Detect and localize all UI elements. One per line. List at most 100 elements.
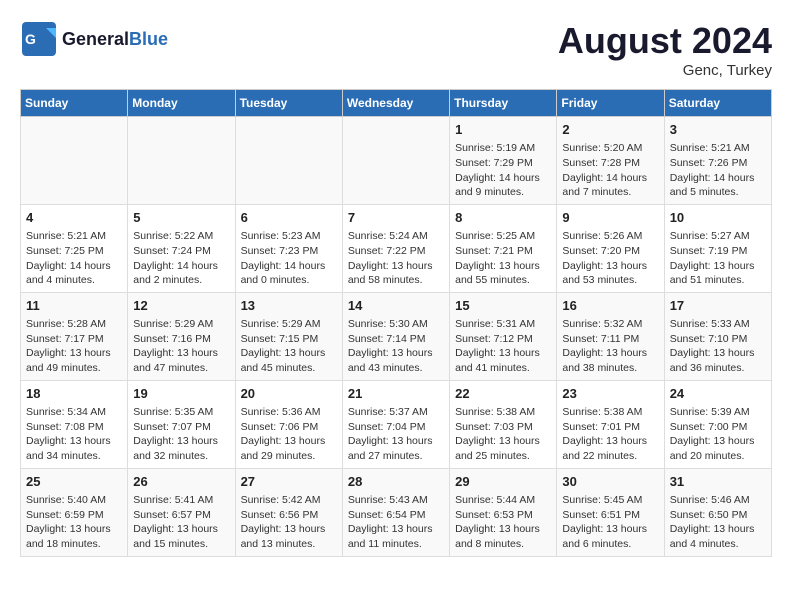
calendar-cell: 5 Sunrise: 5:22 AM Sunset: 7:24 PM Daylig…	[128, 204, 235, 292]
calendar-week-row: 18 Sunrise: 5:34 AM Sunset: 7:08 PM Dayli…	[21, 380, 772, 468]
calendar-cell: 4 Sunrise: 5:21 AM Sunset: 7:25 PM Daylig…	[21, 204, 128, 292]
day-info: Sunrise: 5:19 AM Sunset: 7:29 PM Dayligh…	[455, 141, 551, 200]
calendar-cell	[21, 117, 128, 205]
calendar-cell: 6 Sunrise: 5:23 AM Sunset: 7:23 PM Daylig…	[235, 204, 342, 292]
calendar-cell: 3Sunrise: 5:21 AM Sunset: 7:26 PM Daylig…	[664, 117, 771, 205]
calendar-week-row: 11 Sunrise: 5:28 AM Sunset: 7:17 PM Dayli…	[21, 292, 772, 380]
page-header: G GeneralBlue August 2024 Genc, Turkey	[20, 20, 772, 79]
day-number: 11	[26, 297, 122, 315]
logo-text: GeneralBlue	[62, 29, 168, 50]
day-info: Sunrise: 5:36 AM Sunset: 7:06 PM Dayligh…	[241, 405, 337, 464]
day-info: Sunrise: 5:29 AM Sunset: 7:15 PM Dayligh…	[241, 317, 337, 376]
calendar-cell: 30 Sunrise: 5:45 AM Sunset: 6:51 PM Dayli…	[557, 468, 664, 556]
day-number: 21	[348, 385, 444, 403]
day-info: Sunrise: 5:46 AM Sunset: 6:50 PM Dayligh…	[670, 493, 766, 552]
calendar-cell: 29Sunrise: 5:44 AM Sunset: 6:53 PM Dayli…	[450, 468, 557, 556]
day-info: Sunrise: 5:30 AM Sunset: 7:14 PM Dayligh…	[348, 317, 444, 376]
calendar-cell: 12Sunrise: 5:29 AM Sunset: 7:16 PM Dayli…	[128, 292, 235, 380]
day-number: 8	[455, 209, 551, 227]
calendar-cell: 2 Sunrise: 5:20 AM Sunset: 7:28 PM Daylig…	[557, 117, 664, 205]
weekday-header-cell: Saturday	[664, 90, 771, 117]
calendar-cell: 16Sunrise: 5:32 AM Sunset: 7:11 PM Dayli…	[557, 292, 664, 380]
weekday-header-cell: Tuesday	[235, 90, 342, 117]
calendar-table: SundayMondayTuesdayWednesdayThursdayFrid…	[20, 89, 772, 557]
day-info: Sunrise: 5:23 AM Sunset: 7:23 PM Dayligh…	[241, 229, 337, 288]
day-number: 30	[562, 473, 658, 491]
day-number: 12	[133, 297, 229, 315]
day-info: Sunrise: 5:40 AM Sunset: 6:59 PM Dayligh…	[26, 493, 122, 552]
day-number: 4	[26, 209, 122, 227]
calendar-body: 1 Sunrise: 5:19 AM Sunset: 7:29 PM Daylig…	[21, 117, 772, 557]
calendar-cell: 8 Sunrise: 5:25 AM Sunset: 7:21 PM Daylig…	[450, 204, 557, 292]
weekday-header-cell: Thursday	[450, 90, 557, 117]
month-year-title: August 2024	[558, 20, 772, 62]
calendar-cell: 11 Sunrise: 5:28 AM Sunset: 7:17 PM Dayli…	[21, 292, 128, 380]
day-number: 29	[455, 473, 551, 491]
calendar-cell: 20 Sunrise: 5:36 AM Sunset: 7:06 PM Dayli…	[235, 380, 342, 468]
day-number: 10	[670, 209, 766, 227]
day-number: 31	[670, 473, 766, 491]
day-info: Sunrise: 5:33 AM Sunset: 7:10 PM Dayligh…	[670, 317, 766, 376]
day-number: 26	[133, 473, 229, 491]
day-number: 3	[670, 121, 766, 139]
calendar-cell: 9Sunrise: 5:26 AM Sunset: 7:20 PM Daylig…	[557, 204, 664, 292]
calendar-cell: 26 Sunrise: 5:41 AM Sunset: 6:57 PM Dayli…	[128, 468, 235, 556]
day-number: 28	[348, 473, 444, 491]
calendar-cell: 17Sunrise: 5:33 AM Sunset: 7:10 PM Dayli…	[664, 292, 771, 380]
day-info: Sunrise: 5:38 AM Sunset: 7:01 PM Dayligh…	[562, 405, 658, 464]
calendar-week-row: 1 Sunrise: 5:19 AM Sunset: 7:29 PM Daylig…	[21, 117, 772, 205]
day-info: Sunrise: 5:32 AM Sunset: 7:11 PM Dayligh…	[562, 317, 658, 376]
day-info: Sunrise: 5:41 AM Sunset: 6:57 PM Dayligh…	[133, 493, 229, 552]
day-number: 18	[26, 385, 122, 403]
day-info: Sunrise: 5:20 AM Sunset: 7:28 PM Dayligh…	[562, 141, 658, 200]
calendar-title-block: August 2024 Genc, Turkey	[558, 20, 772, 79]
calendar-cell: 28 Sunrise: 5:43 AM Sunset: 6:54 PM Dayli…	[342, 468, 449, 556]
calendar-cell: 19 Sunrise: 5:35 AM Sunset: 7:07 PM Dayli…	[128, 380, 235, 468]
logo-icon: G	[20, 20, 58, 58]
day-info: Sunrise: 5:25 AM Sunset: 7:21 PM Dayligh…	[455, 229, 551, 288]
day-info: Sunrise: 5:27 AM Sunset: 7:19 PM Dayligh…	[670, 229, 766, 288]
calendar-cell	[128, 117, 235, 205]
day-info: Sunrise: 5:22 AM Sunset: 7:24 PM Dayligh…	[133, 229, 229, 288]
day-info: Sunrise: 5:28 AM Sunset: 7:17 PM Dayligh…	[26, 317, 122, 376]
calendar-week-row: 25Sunrise: 5:40 AM Sunset: 6:59 PM Dayli…	[21, 468, 772, 556]
day-info: Sunrise: 5:42 AM Sunset: 6:56 PM Dayligh…	[241, 493, 337, 552]
calendar-cell: 1 Sunrise: 5:19 AM Sunset: 7:29 PM Daylig…	[450, 117, 557, 205]
calendar-week-row: 4 Sunrise: 5:21 AM Sunset: 7:25 PM Daylig…	[21, 204, 772, 292]
day-info: Sunrise: 5:43 AM Sunset: 6:54 PM Dayligh…	[348, 493, 444, 552]
day-info: Sunrise: 5:39 AM Sunset: 7:00 PM Dayligh…	[670, 405, 766, 464]
day-number: 9	[562, 209, 658, 227]
calendar-cell: 13Sunrise: 5:29 AM Sunset: 7:15 PM Dayli…	[235, 292, 342, 380]
day-info: Sunrise: 5:34 AM Sunset: 7:08 PM Dayligh…	[26, 405, 122, 464]
calendar-cell: 15Sunrise: 5:31 AM Sunset: 7:12 PM Dayli…	[450, 292, 557, 380]
day-number: 1	[455, 121, 551, 139]
calendar-cell: 31 Sunrise: 5:46 AM Sunset: 6:50 PM Dayli…	[664, 468, 771, 556]
calendar-cell: 23 Sunrise: 5:38 AM Sunset: 7:01 PM Dayli…	[557, 380, 664, 468]
calendar-cell	[235, 117, 342, 205]
weekday-header-cell: Friday	[557, 90, 664, 117]
weekday-header-cell: Sunday	[21, 90, 128, 117]
day-info: Sunrise: 5:35 AM Sunset: 7:07 PM Dayligh…	[133, 405, 229, 464]
day-number: 2	[562, 121, 658, 139]
day-number: 7	[348, 209, 444, 227]
calendar-cell: 27 Sunrise: 5:42 AM Sunset: 6:56 PM Dayli…	[235, 468, 342, 556]
day-number: 5	[133, 209, 229, 227]
calendar-cell: 14Sunrise: 5:30 AM Sunset: 7:14 PM Dayli…	[342, 292, 449, 380]
day-number: 6	[241, 209, 337, 227]
calendar-cell	[342, 117, 449, 205]
calendar-cell: 22Sunrise: 5:38 AM Sunset: 7:03 PM Dayli…	[450, 380, 557, 468]
day-number: 27	[241, 473, 337, 491]
day-info: Sunrise: 5:21 AM Sunset: 7:25 PM Dayligh…	[26, 229, 122, 288]
day-info: Sunrise: 5:45 AM Sunset: 6:51 PM Dayligh…	[562, 493, 658, 552]
day-number: 19	[133, 385, 229, 403]
svg-text:G: G	[25, 31, 36, 47]
weekday-header-row: SundayMondayTuesdayWednesdayThursdayFrid…	[21, 90, 772, 117]
day-info: Sunrise: 5:37 AM Sunset: 7:04 PM Dayligh…	[348, 405, 444, 464]
calendar-cell: 10 Sunrise: 5:27 AM Sunset: 7:19 PM Dayli…	[664, 204, 771, 292]
day-number: 23	[562, 385, 658, 403]
day-number: 22	[455, 385, 551, 403]
day-number: 24	[670, 385, 766, 403]
day-number: 20	[241, 385, 337, 403]
calendar-cell: 24 Sunrise: 5:39 AM Sunset: 7:00 PM Dayli…	[664, 380, 771, 468]
day-number: 15	[455, 297, 551, 315]
